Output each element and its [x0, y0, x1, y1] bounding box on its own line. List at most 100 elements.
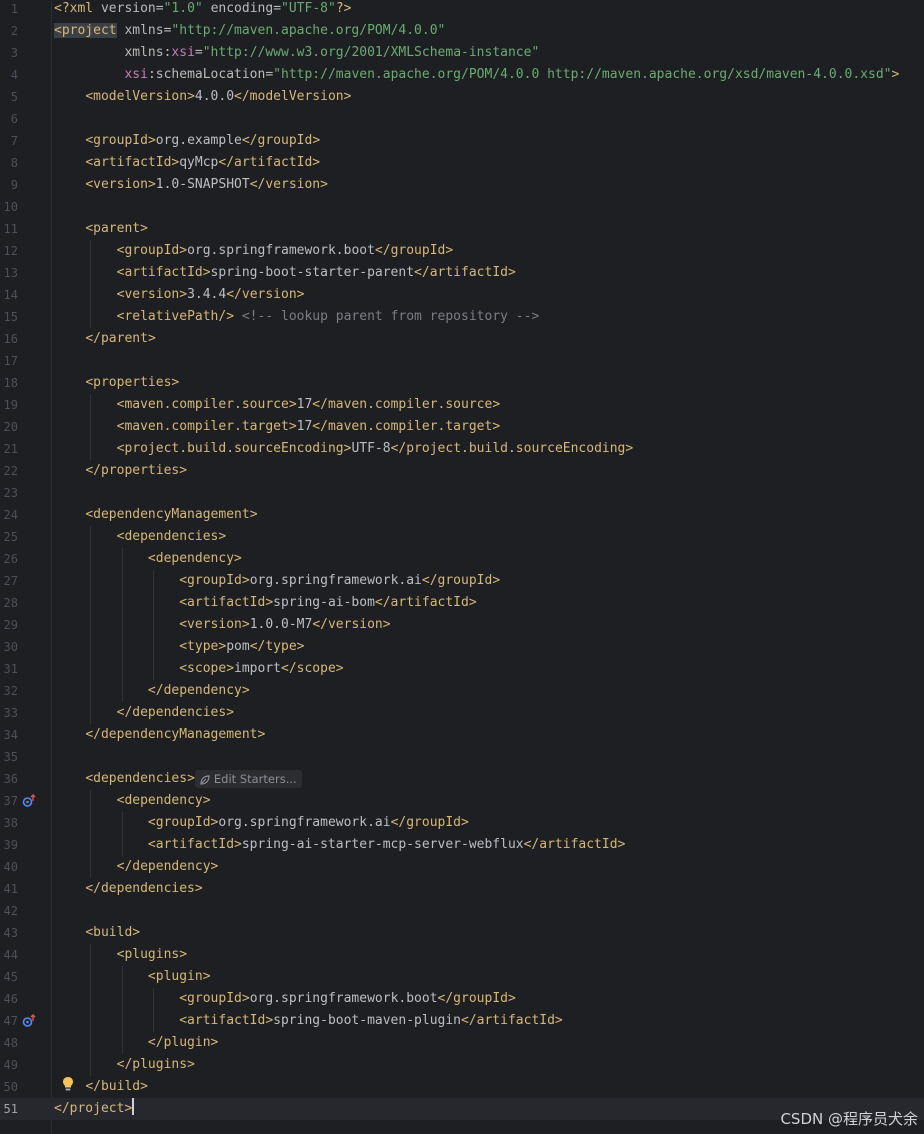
line-number[interactable]: 27 [0, 570, 18, 592]
line-number[interactable]: 41 [0, 878, 18, 900]
code-line[interactable]: 45 <plugin> [0, 966, 924, 988]
code-text[interactable]: <artifactId>qyMcp</artifactId> [54, 152, 320, 174]
code-text[interactable]: </parent> [54, 328, 155, 350]
code-text[interactable]: <groupId>org.springframework.boot</group… [54, 240, 454, 262]
line-number[interactable]: 50 [0, 1076, 18, 1098]
code-text[interactable]: <groupId>org.springframework.ai</groupId… [54, 570, 500, 592]
code-text[interactable]: </project> [54, 1098, 135, 1120]
code-line[interactable]: 21 <project.build.sourceEncoding>UTF-8</… [0, 438, 924, 460]
line-number[interactable]: 28 [0, 592, 18, 614]
line-number[interactable]: 11 [0, 218, 18, 240]
code-text[interactable]: <properties> [54, 372, 179, 394]
line-number[interactable]: 31 [0, 658, 18, 680]
code-text[interactable]: </plugins> [54, 1054, 195, 1076]
code-line[interactable]: 29 <version>1.0.0-M7</version> [0, 614, 924, 636]
line-number[interactable]: 14 [0, 284, 18, 306]
code-text[interactable]: <project.build.sourceEncoding>UTF-8</pro… [54, 438, 634, 460]
code-text[interactable]: <type>pom</type> [54, 636, 304, 658]
line-number[interactable]: 9 [0, 174, 18, 196]
line-number[interactable]: 20 [0, 416, 18, 438]
line-number[interactable]: 46 [0, 988, 18, 1010]
line-number[interactable]: 37 [0, 790, 18, 812]
line-number[interactable]: 21 [0, 438, 18, 460]
code-text[interactable]: <groupId>org.springframework.ai</groupId… [54, 812, 469, 834]
code-text[interactable]: <modelVersion>4.0.0</modelVersion> [54, 86, 351, 108]
code-text[interactable]: <?xml version="1.0" encoding="UTF-8"?> [54, 0, 351, 20]
code-text[interactable]: xmlns:xsi="http://www.w3.org/2001/XMLSch… [54, 42, 539, 64]
code-text[interactable]: <scope>import</scope> [54, 658, 343, 680]
line-number[interactable]: 35 [0, 746, 18, 768]
code-line[interactable]: 37 <dependency> [0, 790, 924, 812]
code-line[interactable]: 34 </dependencyManagement> [0, 724, 924, 746]
code-line[interactable]: 9 <version>1.0-SNAPSHOT</version> [0, 174, 924, 196]
code-line[interactable]: 48 </plugin> [0, 1032, 924, 1054]
line-number[interactable]: 32 [0, 680, 18, 702]
code-text[interactable]: <artifactId>spring-boot-maven-plugin</ar… [54, 1010, 563, 1032]
line-number[interactable]: 44 [0, 944, 18, 966]
code-line[interactable]: 47 <artifactId>spring-boot-maven-plugin<… [0, 1010, 924, 1032]
code-line[interactable]: 27 <groupId>org.springframework.ai</grou… [0, 570, 924, 592]
code-line[interactable]: 19 <maven.compiler.source>17</maven.comp… [0, 394, 924, 416]
code-text[interactable]: <relativePath/> <!-- lookup parent from … [54, 306, 540, 328]
code-line[interactable]: 25 <dependencies> [0, 526, 924, 548]
code-line[interactable]: 14 <version>3.4.4</version> [0, 284, 924, 306]
code-line[interactable]: 7 <groupId>org.example</groupId> [0, 130, 924, 152]
code-line[interactable]: 26 <dependency> [0, 548, 924, 570]
line-number[interactable]: 25 [0, 526, 18, 548]
code-text[interactable]: <parent> [54, 218, 148, 240]
line-number[interactable]: 24 [0, 504, 18, 526]
line-number[interactable]: 51 [0, 1098, 18, 1120]
code-text[interactable]: <groupId>org.example</groupId> [54, 130, 320, 152]
code-line[interactable]: 39 <artifactId>spring-ai-starter-mcp-ser… [0, 834, 924, 856]
code-text[interactable]: <dependencies> Edit Starters... [54, 768, 302, 790]
code-text[interactable]: </dependency> [54, 680, 250, 702]
code-text[interactable]: <maven.compiler.source>17</maven.compile… [54, 394, 501, 416]
code-line[interactable]: 33 </dependencies> [0, 702, 924, 724]
edit-starters-hint[interactable]: Edit Starters... [194, 770, 302, 788]
line-number[interactable]: 45 [0, 966, 18, 988]
code-text[interactable]: <groupId>org.springframework.boot</group… [54, 988, 516, 1010]
code-line[interactable]: 35 [0, 746, 924, 768]
code-line[interactable]: 40 </dependency> [0, 856, 924, 878]
line-number[interactable]: 38 [0, 812, 18, 834]
code-text[interactable]: <project xmlns="http://maven.apache.org/… [54, 20, 445, 42]
line-number[interactable]: 39 [0, 834, 18, 856]
code-line[interactable]: 32 </dependency> [0, 680, 924, 702]
code-line[interactable]: 1 <?xml version="1.0" encoding="UTF-8"?> [0, 0, 924, 20]
line-number[interactable]: 40 [0, 856, 18, 878]
line-number[interactable]: 7 [0, 130, 18, 152]
code-text[interactable]: <version>1.0-SNAPSHOT</version> [54, 174, 328, 196]
code-line[interactable]: 18 <properties> [0, 372, 924, 394]
code-text[interactable]: <maven.compiler.target>17</maven.compile… [54, 416, 501, 438]
code-text[interactable]: <artifactId>spring-boot-starter-parent</… [54, 262, 516, 284]
line-number[interactable]: 3 [0, 42, 18, 64]
line-number[interactable]: 2 [0, 20, 18, 42]
code-line[interactable]: 49 </plugins> [0, 1054, 924, 1076]
line-number[interactable]: 17 [0, 350, 18, 372]
code-line[interactable]: 23 [0, 482, 924, 504]
code-editor[interactable]: 1 <?xml version="1.0" encoding="UTF-8"?> 2… [0, 0, 924, 1134]
line-number[interactable]: 30 [0, 636, 18, 658]
line-number[interactable]: 43 [0, 922, 18, 944]
code-line[interactable]: 42 [0, 900, 924, 922]
code-line[interactable]: 44 <plugins> [0, 944, 924, 966]
code-text[interactable]: <artifactId>spring-ai-starter-mcp-server… [54, 834, 625, 856]
line-number[interactable]: 36 [0, 768, 18, 790]
code-text[interactable]: <dependencyManagement> [54, 504, 257, 526]
code-line[interactable]: 22 </properties> [0, 460, 924, 482]
line-number[interactable]: 10 [0, 196, 18, 218]
code-line[interactable]: 17 [0, 350, 924, 372]
code-line[interactable]: 13 <artifactId>spring-boot-starter-paren… [0, 262, 924, 284]
code-text[interactable]: </dependency> [54, 856, 219, 878]
code-line[interactable]: 41 </dependencies> [0, 878, 924, 900]
line-number[interactable]: 16 [0, 328, 18, 350]
line-number[interactable]: 47 [0, 1010, 18, 1032]
line-number[interactable]: 22 [0, 460, 18, 482]
code-text[interactable]: <dependency> [54, 548, 242, 570]
code-line[interactable]: 15 <relativePath/> <!-- lookup parent fr… [0, 306, 924, 328]
code-line[interactable]: 28 <artifactId>spring-ai-bom</artifactId… [0, 592, 924, 614]
code-line[interactable]: 36 <dependencies> Edit Starters... [0, 768, 924, 790]
code-line[interactable]: 43 <build> [0, 922, 924, 944]
code-line[interactable]: 38 <groupId>org.springframework.ai</grou… [0, 812, 924, 834]
code-text[interactable]: </plugin> [54, 1032, 218, 1054]
